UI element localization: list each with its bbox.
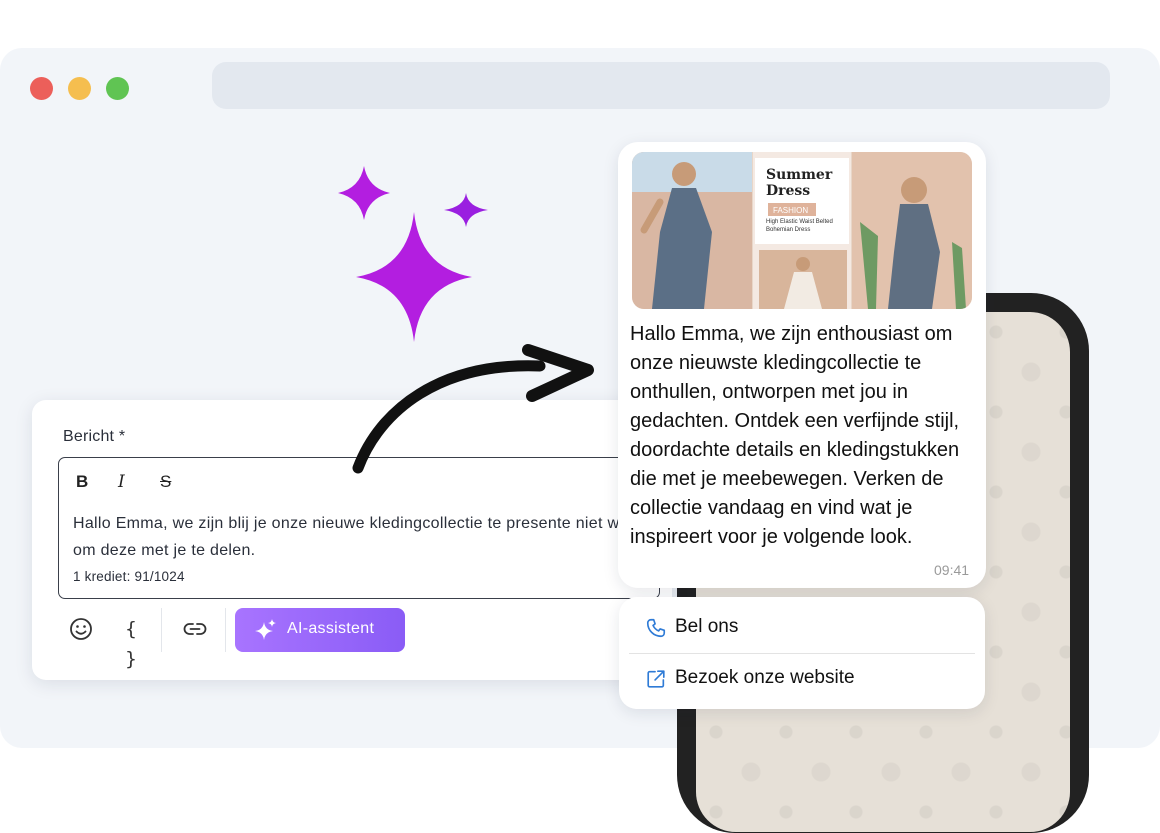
credit-counter: 1 krediet: 91/1024 — [73, 569, 185, 584]
visit-website-label: Bezoek onze website — [675, 667, 855, 688]
call-us-button[interactable]: Bel ons — [629, 603, 975, 651]
external-link-icon — [647, 670, 665, 688]
promo-title-line2: Dress — [766, 183, 810, 199]
ai-assistant-button[interactable]: AI-assistent — [235, 608, 405, 652]
message-text[interactable]: Hallo Emma, we zijn blij je onze nieuwe … — [73, 510, 673, 564]
toolbar-divider — [225, 608, 226, 652]
minimize-window-dot[interactable] — [68, 77, 91, 100]
close-window-dot[interactable] — [30, 77, 53, 100]
italic-button[interactable]: I — [118, 472, 125, 492]
call-us-label: Bel ons — [675, 616, 739, 637]
sparkles-icon — [338, 166, 488, 342]
visit-website-button[interactable]: Bezoek onze website — [629, 654, 975, 702]
promo-image: Summer Dress FASHION High Elastic Waist … — [632, 152, 972, 309]
variables-button[interactable]: { } — [116, 614, 146, 670]
ai-assistant-label: AI-assistent — [287, 620, 375, 637]
address-bar[interactable] — [212, 62, 1110, 109]
promo-title-line1: Summer — [766, 167, 833, 183]
sparkle-icon — [255, 619, 276, 640]
arrow-icon — [352, 344, 594, 474]
emoji-icon[interactable] — [66, 614, 96, 644]
maximize-window-dot[interactable] — [106, 77, 129, 100]
strikethrough-button[interactable]: S — [160, 472, 171, 492]
bold-button[interactable]: B — [76, 472, 88, 492]
message-timestamp: 09:41 — [934, 562, 970, 578]
toolbar-divider — [161, 608, 162, 652]
link-icon[interactable] — [180, 614, 210, 644]
promo-tag: FASHION — [773, 206, 808, 215]
message-field-label: Bericht * — [63, 428, 126, 445]
preview-message-text: Hallo Emma, we zijn enthousiast om onze … — [630, 323, 960, 548]
phone-icon — [646, 618, 666, 638]
promo-subtitle: High Elastic Waist Belted Bohemian Dress — [766, 219, 833, 233]
